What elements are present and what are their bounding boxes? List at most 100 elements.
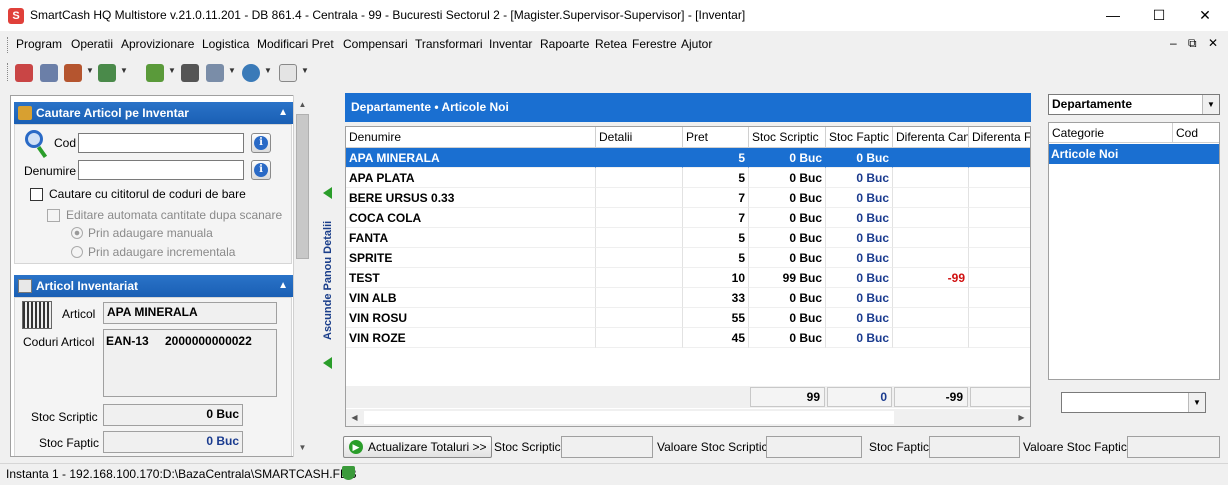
cell-pret[interactable]: 33 bbox=[683, 288, 749, 308]
cell-diferenta-f[interactable] bbox=[969, 268, 1030, 288]
chevron-down-icon[interactable]: ▼ bbox=[1188, 393, 1205, 412]
menu-inventar[interactable]: Inventar bbox=[489, 37, 532, 51]
menu-transformari[interactable]: Transformari bbox=[415, 37, 483, 51]
cell-stoc-faptic[interactable]: 0 Buc bbox=[826, 228, 893, 248]
cell-diferenta[interactable] bbox=[893, 148, 969, 168]
cell-diferenta[interactable] bbox=[893, 328, 969, 348]
cell-denumire[interactable]: VIN ROSU bbox=[346, 308, 596, 328]
cell-denumire[interactable]: APA PLATA bbox=[346, 168, 596, 188]
scroll-right-icon[interactable]: ▶ bbox=[1013, 409, 1030, 426]
category-filter-select[interactable]: ▼ bbox=[1061, 392, 1206, 413]
transfer-icon[interactable] bbox=[146, 64, 164, 82]
chevron-down-icon[interactable]: ▼ bbox=[1202, 95, 1219, 114]
cell-pret[interactable]: 5 bbox=[683, 148, 749, 168]
cell-pret[interactable]: 10 bbox=[683, 268, 749, 288]
col-header-diferenta-cant[interactable]: Diferenta Can bbox=[893, 127, 969, 148]
col-header-detalii[interactable]: Detalii bbox=[596, 127, 683, 148]
menu-retea[interactable]: Retea bbox=[595, 37, 627, 51]
col-header-categorie[interactable]: Categorie bbox=[1049, 123, 1173, 143]
menu-rapoarte[interactable]: Rapoarte bbox=[540, 37, 589, 51]
close-button[interactable]: ✕ bbox=[1182, 0, 1228, 31]
cell-diferenta[interactable]: -99 bbox=[893, 268, 969, 288]
chevron-down-icon[interactable]: ▼ bbox=[264, 66, 272, 75]
cell-detalii[interactable] bbox=[596, 288, 683, 308]
cell-diferenta-f[interactable] bbox=[969, 188, 1030, 208]
cell-detalii[interactable] bbox=[596, 168, 683, 188]
department-selector[interactable]: Departamente ▼ bbox=[1048, 94, 1220, 115]
cell-denumire[interactable]: BERE URSUS 0.33 bbox=[346, 188, 596, 208]
cell-diferenta-f[interactable] bbox=[969, 208, 1030, 228]
code-info-button[interactable]: i bbox=[251, 133, 271, 153]
cell-pret[interactable]: 7 bbox=[683, 208, 749, 228]
cell-denumire[interactable]: APA MINERALA bbox=[346, 148, 596, 168]
scrollbar-thumb[interactable] bbox=[364, 411, 894, 424]
cell-diferenta[interactable] bbox=[893, 188, 969, 208]
name-input[interactable] bbox=[78, 160, 244, 180]
cell-denumire[interactable]: TEST bbox=[346, 268, 596, 288]
cell-stoc-scriptic[interactable]: 0 Buc bbox=[749, 188, 826, 208]
cell-detalii[interactable] bbox=[596, 328, 683, 348]
menu-operatii[interactable]: Operatii bbox=[71, 37, 113, 51]
cell-denumire[interactable]: VIN ALB bbox=[346, 288, 596, 308]
menu-program[interactable]: Program bbox=[16, 37, 62, 51]
menu-compensari[interactable]: Compensari bbox=[343, 37, 408, 51]
chevron-down-icon[interactable]: ▼ bbox=[120, 66, 128, 75]
refresh-totals-button[interactable]: ▶ Actualizare Totaluri >> bbox=[343, 436, 492, 458]
chevron-down-icon[interactable]: ▼ bbox=[301, 66, 309, 75]
cell-stoc-faptic[interactable]: 0 Buc bbox=[826, 328, 893, 348]
col-header-stoc-faptic[interactable]: Stoc Faptic bbox=[826, 127, 893, 148]
cell-pret[interactable]: 5 bbox=[683, 168, 749, 188]
cell-pret[interactable]: 5 bbox=[683, 248, 749, 268]
cell-stoc-scriptic[interactable]: 99 Buc bbox=[749, 268, 826, 288]
menu-aprovizionare[interactable]: Aprovizionare bbox=[121, 37, 194, 51]
cell-stoc-faptic[interactable]: 0 Buc bbox=[826, 188, 893, 208]
cell-stoc-scriptic[interactable]: 0 Buc bbox=[749, 168, 826, 188]
cell-stoc-faptic[interactable]: 0 Buc bbox=[826, 308, 893, 328]
document-icon[interactable] bbox=[206, 64, 224, 82]
cell-stoc-faptic[interactable]: 0 Buc bbox=[826, 248, 893, 268]
chevron-down-icon[interactable]: ▼ bbox=[168, 66, 176, 75]
menu-ferestre[interactable]: Ferestre bbox=[632, 37, 677, 51]
cell-stoc-faptic[interactable]: 0 Buc bbox=[826, 268, 893, 288]
scroll-down-icon[interactable]: ▼ bbox=[294, 439, 311, 456]
cell-diferenta-f[interactable] bbox=[969, 288, 1030, 308]
col-header-diferenta-f[interactable]: Diferenta F bbox=[969, 127, 1030, 148]
cell-pret[interactable]: 5 bbox=[683, 228, 749, 248]
cell-pret[interactable]: 7 bbox=[683, 188, 749, 208]
cell-denumire[interactable]: VIN ROZE bbox=[346, 328, 596, 348]
cell-diferenta[interactable] bbox=[893, 308, 969, 328]
col-header-stoc-scriptic[interactable]: Stoc Scriptic bbox=[749, 127, 826, 148]
cell-denumire[interactable]: FANTA bbox=[346, 228, 596, 248]
cell-stoc-scriptic[interactable]: 0 Buc bbox=[749, 328, 826, 348]
name-info-button[interactable]: i bbox=[251, 160, 271, 180]
manual-radio[interactable] bbox=[71, 227, 83, 239]
cash-register-icon[interactable] bbox=[15, 64, 33, 82]
cell-diferenta-f[interactable] bbox=[969, 168, 1030, 188]
cell-diferenta[interactable] bbox=[893, 208, 969, 228]
cell-detalii[interactable] bbox=[596, 268, 683, 288]
collapse-up-icon[interactable]: ▲ bbox=[278, 275, 288, 297]
incremental-radio[interactable] bbox=[71, 246, 83, 258]
cell-stoc-scriptic[interactable]: 0 Buc bbox=[749, 148, 826, 168]
hide-panel-arrow-icon[interactable] bbox=[323, 357, 332, 369]
cell-pret[interactable]: 45 bbox=[683, 328, 749, 348]
cell-diferenta-f[interactable] bbox=[969, 228, 1030, 248]
cell-stoc-faptic[interactable]: 0 Buc bbox=[826, 148, 893, 168]
barcode-reader-checkbox[interactable] bbox=[30, 188, 43, 201]
user-icon[interactable] bbox=[64, 64, 82, 82]
menu-ajutor[interactable]: Ajutor bbox=[681, 37, 712, 51]
mdi-close-icon[interactable]: ✕ bbox=[1208, 36, 1218, 50]
cell-denumire[interactable]: SPRITE bbox=[346, 248, 596, 268]
cell-diferenta-f[interactable] bbox=[969, 248, 1030, 268]
cell-pret[interactable]: 55 bbox=[683, 308, 749, 328]
category-item[interactable]: Articole Noi bbox=[1049, 144, 1219, 164]
cell-stoc-scriptic[interactable]: 0 Buc bbox=[749, 308, 826, 328]
cell-diferenta-f[interactable] bbox=[969, 328, 1030, 348]
cell-stoc-scriptic[interactable]: 0 Buc bbox=[749, 248, 826, 268]
cell-detalii[interactable] bbox=[596, 208, 683, 228]
col-header-denumire[interactable]: Denumire bbox=[346, 127, 596, 148]
chevron-down-icon[interactable]: ▼ bbox=[228, 66, 236, 75]
cell-stoc-scriptic[interactable]: 0 Buc bbox=[749, 208, 826, 228]
minimize-button[interactable]: — bbox=[1090, 0, 1136, 31]
cell-diferenta[interactable] bbox=[893, 248, 969, 268]
